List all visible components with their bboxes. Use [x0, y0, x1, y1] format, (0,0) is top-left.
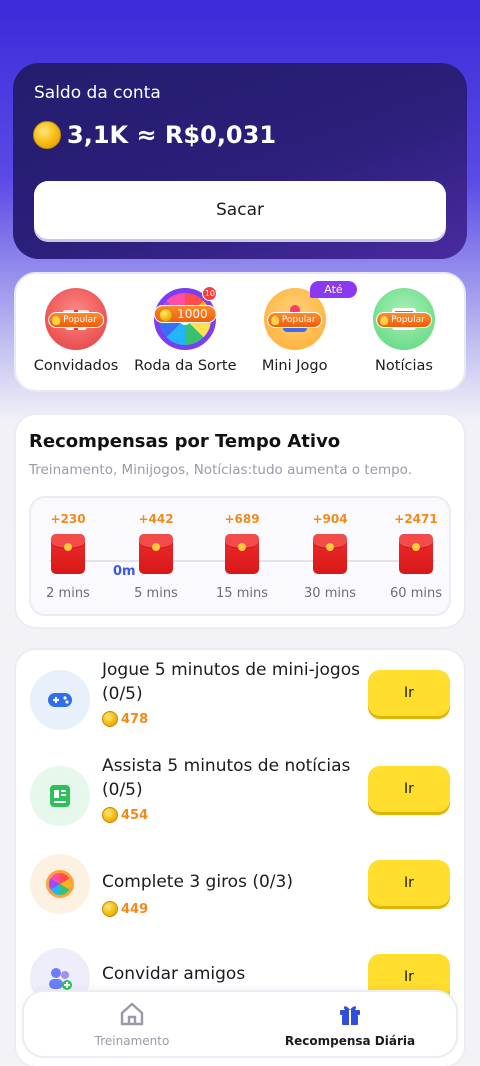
gift-icon — [340, 1006, 360, 1025]
task-title: Assista 5 minutos de notícias (0/5) — [102, 756, 351, 800]
popular-badge: Popular — [266, 312, 323, 328]
nav-label: Recompensa Diária — [284, 1034, 416, 1048]
task-row: Jogue 5 minutos de mini-jogos (0/5) 478 … — [30, 658, 450, 748]
popular-badge: Popular — [48, 312, 104, 328]
withdraw-button[interactable]: Sacar — [34, 181, 446, 239]
gamepad-icon — [30, 670, 90, 730]
milestone[interactable]: +442 5 mins — [121, 512, 191, 601]
coin-icon — [102, 807, 118, 823]
wheel-icon — [30, 854, 90, 914]
milestone-reward: +689 — [224, 512, 260, 526]
feature-label: Mini Jogo — [261, 358, 328, 374]
milestone-reward: +442 — [138, 512, 174, 526]
nav-daily-reward[interactable]: Recompensa Diária — [260, 1000, 440, 1048]
coin-icon — [102, 901, 118, 917]
nav-label: Treinamento — [94, 1034, 170, 1048]
balance-amount: 3,1K ≈ R$0,031 — [67, 121, 277, 149]
task-title: Jogue 5 minutos de mini-jogos (0/5) — [102, 660, 360, 704]
task-reward: 454 — [102, 807, 148, 823]
feature-label: Roda da Sorte — [134, 358, 237, 374]
red-envelope-icon — [225, 534, 259, 574]
feature-label: Notícias — [375, 358, 433, 374]
active-rewards-title: Recompensas por Tempo Ativo — [29, 431, 341, 452]
coin-icon — [33, 121, 61, 149]
news-icon — [30, 766, 90, 826]
balance-card: Saldo da conta 3,1K ≈ R$0,031 Sacar — [13, 63, 467, 259]
feature-lucky-wheel[interactable]: 1000 10 Roda da Sorte — [131, 286, 239, 390]
notification-badge: 10 — [202, 286, 218, 301]
red-envelope-icon — [139, 534, 173, 574]
active-time-rewards-card: Recompensas por Tempo Ativo Treinamento,… — [14, 413, 466, 629]
red-envelope-icon — [51, 534, 85, 574]
feature-label: Convidados — [33, 358, 119, 374]
milestone-time: 5 mins — [134, 586, 178, 601]
popular-badge: Popular — [376, 312, 432, 328]
task-reward: 449 — [102, 901, 148, 917]
go-button[interactable]: Ir — [368, 860, 450, 906]
milestone[interactable]: +230 2 mins — [33, 512, 103, 601]
reward-timeline: 0m +230 2 mins +442 5 mins +689 15 mins … — [29, 496, 451, 616]
feature-invited[interactable]: Popular Convidados — [22, 288, 130, 390]
task-row: Complete 3 giros (0/3) 449 Ir — [30, 850, 450, 940]
milestone-reward: +2471 — [394, 512, 438, 526]
nav-training[interactable]: Treinamento — [42, 1000, 222, 1048]
feature-news[interactable]: Popular Notícias — [350, 288, 458, 390]
task-title: Convidar amigos — [102, 964, 246, 984]
milestone-time: 60 mins — [390, 586, 442, 601]
milestone-time: 30 mins — [304, 586, 356, 601]
features-card: Popular Convidados 1000 10 Roda da Sorte… — [14, 272, 466, 392]
gift-icon: Popular — [45, 288, 107, 350]
milestone-reward: +230 — [50, 512, 86, 526]
task-row: Assista 5 minutos de notícias (0/5) 454 … — [30, 754, 450, 844]
bottom-nav: Treinamento Recompensa Diária — [22, 990, 458, 1058]
balance-amount-row: 3,1K ≈ R$0,031 — [33, 121, 447, 149]
red-envelope-icon — [313, 534, 347, 574]
balance-label: Saldo da conta — [34, 83, 161, 103]
home-icon — [120, 1002, 144, 1026]
milestone[interactable]: +904 30 mins — [295, 512, 365, 601]
active-rewards-subtitle: Treinamento, Minijogos, Notícias:tudo au… — [29, 462, 412, 478]
go-button[interactable]: Ir — [368, 766, 450, 812]
red-envelope-icon — [399, 534, 433, 574]
coin-badge: 1000 — [154, 305, 217, 323]
go-button[interactable]: Ir — [368, 670, 450, 716]
newspaper-icon: Popular — [372, 288, 435, 350]
milestone[interactable]: +689 15 mins — [207, 512, 277, 601]
milestone-time: 2 mins — [46, 586, 90, 601]
milestone-time: 15 mins — [216, 586, 268, 601]
task-title: Complete 3 giros (0/3) — [102, 872, 293, 892]
milestone-reward: +904 — [312, 512, 348, 526]
feature-mini-game[interactable]: Popular Até Mini Jogo — [241, 281, 357, 390]
milestone[interactable]: +2471 60 mins — [381, 512, 451, 601]
task-reward: 478 — [102, 711, 148, 727]
coin-icon — [102, 711, 118, 727]
